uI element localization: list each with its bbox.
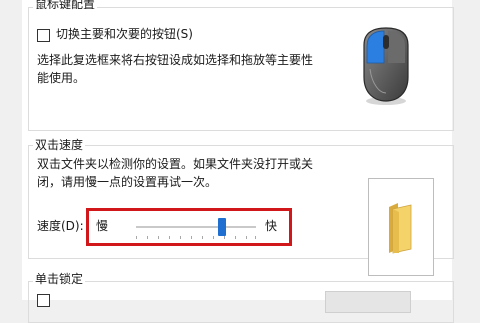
double-click-test-area[interactable] [368,178,434,276]
speed-slider-tick [246,236,247,239]
click-lock-settings-button[interactable] [325,291,411,313]
double-click-title: 双击速度 [33,138,86,152]
double-click-description-line2: 闭，请用慢一点的设置再试一次。 [37,175,218,189]
speed-slider-tick [169,236,170,239]
speed-slider-tick [255,236,256,239]
speed-slider-tick [191,236,192,239]
mouse-icon [350,25,420,107]
speed-slider-tick [147,236,148,239]
speed-slider-tick [136,236,137,239]
double-click-description-line1: 双击文件夹以检测你的设置。如果文件夹没打开或关 [37,157,314,171]
speed-slider-track[interactable] [136,226,256,228]
speed-slider-tick [213,236,214,239]
speed-slider-tick [180,236,181,239]
switch-buttons-description-line2: 能使用。 [37,71,86,85]
click-lock-checkbox[interactable] [37,294,50,307]
speed-label: 速度(D): [37,219,84,233]
speed-slider-tick [202,236,203,239]
switch-buttons-label[interactable]: 切换主要和次要的按钮(S) [56,27,193,41]
speed-slider-tick [235,236,236,239]
click-lock-title: 单击锁定 [33,272,86,286]
switch-buttons-description-line1: 选择此复选框来将右按钮设成如选择和拖放等主要性 [37,53,314,67]
speed-slider-tick [158,236,159,239]
button-config-title: 鼠标键配置 [33,0,98,11]
fast-label: 快 [265,219,278,233]
slow-label: 慢 [96,219,109,233]
speed-slider-tick [224,236,225,239]
switch-buttons-checkbox[interactable] [37,29,50,42]
folder-icon [389,203,412,254]
speed-slider-thumb[interactable] [218,218,226,236]
